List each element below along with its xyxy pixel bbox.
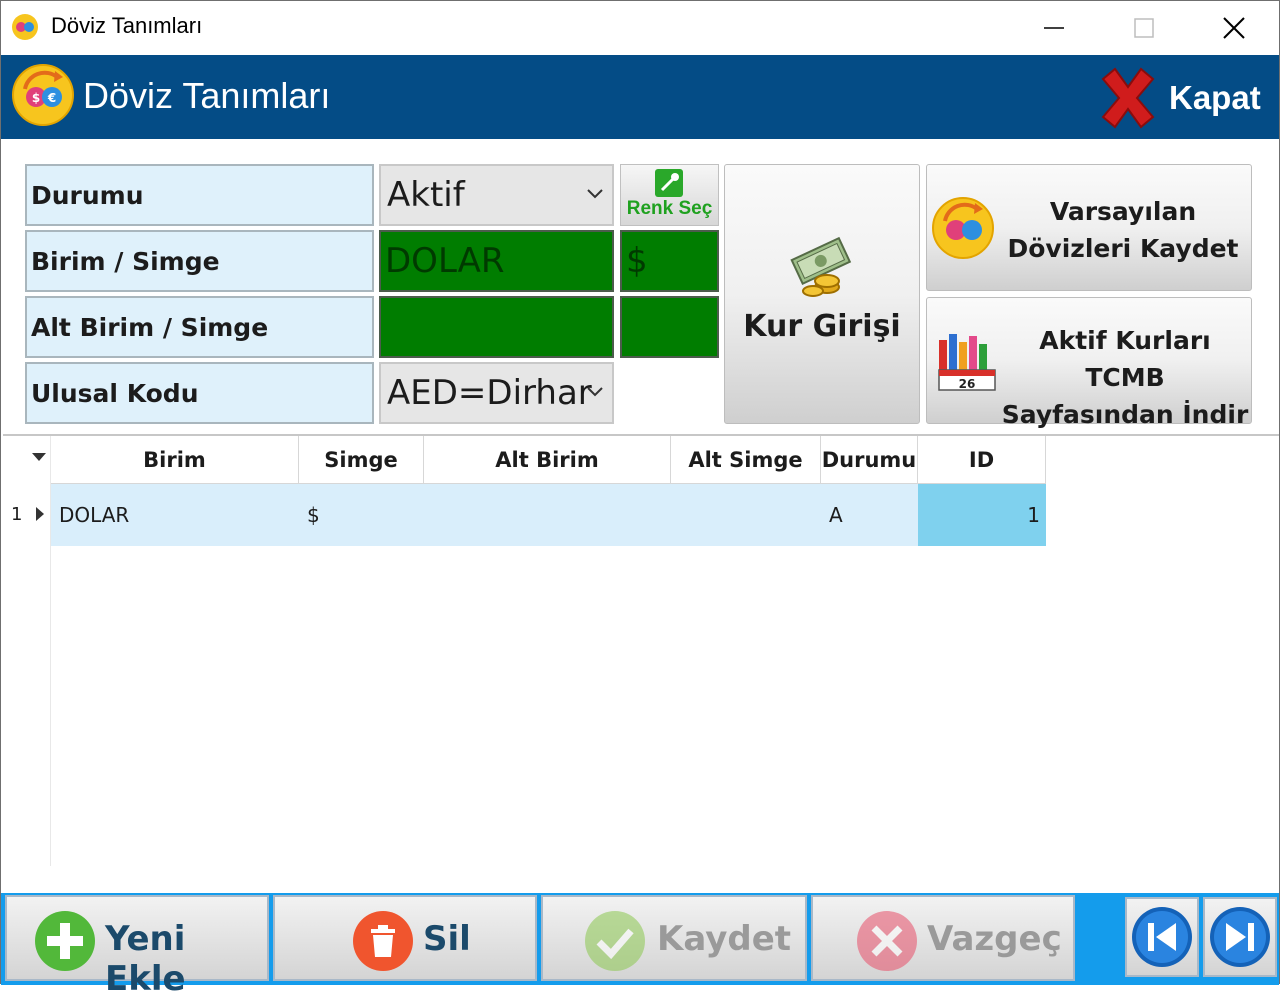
chevron-down-icon (587, 189, 603, 199)
column-chooser-icon[interactable] (31, 452, 47, 462)
skip-first-icon (1132, 907, 1192, 967)
cancel-x-icon (857, 911, 917, 971)
maximize-icon (1134, 18, 1154, 38)
varsayilan-label: Varsayılan Dövizleri Kaydet (1001, 193, 1245, 267)
durumu-select[interactable]: Aktif (379, 164, 614, 226)
maximize-button[interactable] (1099, 1, 1189, 55)
row-header-column (3, 436, 51, 866)
kaydet-label: Kaydet (657, 919, 792, 959)
first-record-button[interactable] (1125, 897, 1199, 977)
close-icon (1223, 17, 1245, 39)
renk-sec-label: Renk Seç (626, 198, 713, 219)
doviz-grid[interactable]: Birim Simge Alt Birim Alt Simge Durumu I… (3, 434, 1279, 894)
cell-durumu[interactable]: A (821, 484, 918, 546)
chevron-down-icon (587, 387, 603, 397)
cell-alt-simge[interactable] (671, 484, 821, 546)
yeni-ekle-button[interactable]: Yeni Ekle (5, 895, 269, 999)
alt-birim-input[interactable] (379, 296, 614, 358)
cell-birim[interactable]: DOLAR (51, 484, 299, 546)
cell-alt-birim[interactable] (424, 484, 671, 546)
column-header-id[interactable]: ID (918, 436, 1046, 484)
doviz-window: Döviz Tanımları $ € Döviz Tanımları Kapa… (0, 0, 1280, 999)
table-row[interactable]: DOLAR $ A 1 (51, 484, 1046, 546)
cell-id[interactable]: 1 (918, 484, 1046, 546)
checkmark-icon (585, 911, 645, 971)
kaydet-button[interactable]: Kaydet (541, 895, 807, 981)
varsayilan-dovizleri-kaydet-button[interactable]: Varsayılan Dövizleri Kaydet (926, 164, 1252, 291)
current-row-arrow-icon (36, 507, 44, 521)
vazgec-button[interactable]: Vazgeç (811, 895, 1075, 981)
alt-birim-simge-label: Alt Birim / Simge (25, 296, 374, 358)
alt-simge-input[interactable] (620, 296, 719, 358)
title-bar: Döviz Tanımları (1, 1, 1279, 55)
plus-icon (35, 911, 95, 971)
skip-last-icon (1210, 907, 1270, 967)
color-picker-icon (655, 169, 683, 197)
calendar-chart-icon: 26 (938, 334, 996, 391)
tcmb-line1: Aktif Kurları TCMB (1039, 326, 1211, 392)
vazgec-label: Vazgeç (927, 919, 1062, 959)
sil-button[interactable]: Sil (273, 895, 537, 981)
kapat-label: Kapat (1169, 79, 1261, 116)
sil-label: Sil (423, 919, 471, 959)
svg-text:€: € (47, 91, 56, 105)
ulusal-kodu-select[interactable]: AED=Dirhar (379, 362, 614, 424)
tcmb-line2: Sayfasından İndir (1001, 400, 1249, 429)
minimize-icon (1044, 27, 1064, 29)
kur-girisi-label: Kur Girişi (743, 309, 901, 344)
last-record-button[interactable] (1203, 897, 1277, 977)
column-header-simge[interactable]: Simge (299, 436, 424, 484)
row-number: 1 (11, 504, 23, 525)
cell-simge[interactable]: $ (299, 484, 424, 546)
tcmb-indir-button[interactable]: 26 Aktif Kurları TCMB Sayfasından İndir (926, 297, 1252, 429)
yeni-ekle-label: Yeni Ekle (105, 919, 186, 999)
simge-input[interactable]: $ (620, 230, 719, 292)
window-title: Döviz Tanımları (51, 13, 203, 38)
durumu-label: Durumu (25, 164, 374, 226)
red-x-icon (1101, 67, 1155, 129)
varsayilan-line1: Varsayılan (1049, 197, 1197, 226)
durumu-select-value: Aktif (387, 175, 465, 215)
svg-text:$: $ (32, 91, 40, 105)
calendar-day: 26 (959, 377, 976, 391)
page-title: Döviz Tanımları (83, 75, 331, 116)
column-header-birim[interactable]: Birim (51, 436, 299, 484)
renk-sec-button[interactable]: Renk Seç (620, 164, 719, 226)
column-header-alt-simge[interactable]: Alt Simge (671, 436, 821, 484)
kapat-button[interactable]: Kapat (1095, 61, 1271, 133)
varsayilan-line2: Dövizleri Kaydet (1007, 234, 1239, 263)
minimize-button[interactable] (1009, 1, 1099, 55)
birim-simge-label: Birim / Simge (25, 230, 374, 292)
kur-girisi-button[interactable]: Kur Girişi (724, 164, 920, 424)
currency-exchange-icon (932, 197, 994, 259)
ulusal-kodu-label: Ulusal Kodu (25, 362, 374, 424)
money-coins-icon (790, 236, 852, 297)
birim-input[interactable]: DOLAR (379, 230, 614, 292)
tcmb-label: Aktif Kurları TCMB Sayfasından İndir (999, 322, 1251, 433)
column-header-durumu[interactable]: Durumu (821, 436, 918, 484)
window-close-button[interactable] (1189, 1, 1279, 55)
currency-exchange-logo-icon: $ € (12, 64, 74, 126)
ulusal-kodu-select-value: AED=Dirhar (387, 373, 592, 413)
bottom-toolbar: Yeni Ekle Sil Kaydet Vazgeç (1, 893, 1279, 999)
header-banner: $ € Döviz Tanımları Kapat (1, 55, 1279, 139)
column-header-alt-birim[interactable]: Alt Birim (424, 436, 671, 484)
trash-icon (353, 911, 413, 971)
currency-exchange-icon (12, 14, 38, 40)
